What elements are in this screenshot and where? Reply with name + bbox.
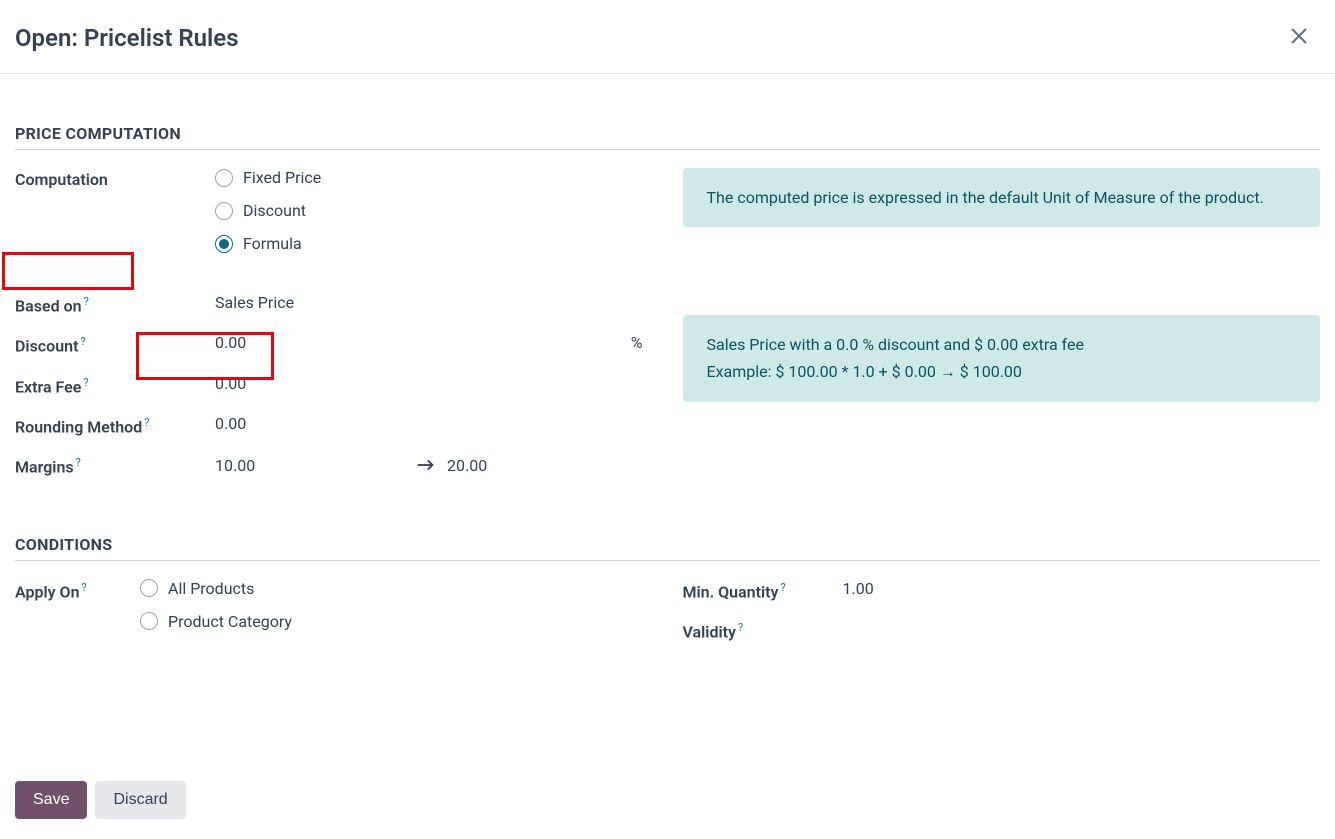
value-margin-max[interactable]: 20.00 bbox=[447, 456, 487, 475]
label-computation: Computation bbox=[15, 168, 215, 189]
apply-on-radio-group: All Products Product Category bbox=[140, 579, 292, 631]
radio-icon bbox=[140, 612, 158, 630]
label-based-on: Based on? bbox=[15, 293, 215, 315]
label-rounding-method: Rounding Method? bbox=[15, 414, 215, 436]
label-extra-fee: Extra Fee? bbox=[15, 374, 215, 396]
help-icon[interactable]: ? bbox=[780, 581, 785, 594]
help-icon[interactable]: ? bbox=[80, 335, 85, 348]
close-icon bbox=[1287, 24, 1311, 48]
conditions-left: Apply On? All Products Product Category bbox=[15, 579, 653, 660]
formula-info-line1: Sales Price with a 0.0 % discount and $ … bbox=[707, 331, 1297, 358]
pricelist-rules-modal: Open: Pricelist Rules PRICE COMPUTATION … bbox=[0, 0, 1335, 839]
radio-icon bbox=[215, 202, 233, 220]
radio-fixed-price[interactable]: Fixed Price bbox=[215, 168, 321, 187]
save-button[interactable]: Save bbox=[15, 781, 87, 819]
uom-info-box: The computed price is expressed in the d… bbox=[683, 168, 1321, 227]
radio-icon bbox=[215, 169, 233, 187]
help-icon[interactable]: ? bbox=[76, 456, 81, 469]
radio-all-products[interactable]: All Products bbox=[140, 579, 292, 598]
radio-product-category[interactable]: Product Category bbox=[140, 612, 292, 631]
price-computation-grid: Computation Fixed Price Discount bbox=[15, 168, 1320, 495]
field-based-on: Based on? Sales Price bbox=[15, 293, 653, 315]
radio-label-fixed-price: Fixed Price bbox=[243, 168, 321, 187]
formula-info-line2: Example: $ 100.00 * 1.0 + $ 0.00 → $ 100… bbox=[707, 358, 1297, 385]
price-computation-right: The computed price is expressed in the d… bbox=[683, 168, 1321, 495]
help-icon[interactable]: ? bbox=[84, 295, 89, 308]
discard-button[interactable]: Discard bbox=[95, 781, 185, 819]
help-icon[interactable]: ? bbox=[83, 376, 88, 389]
value-based-on[interactable]: Sales Price bbox=[215, 293, 294, 312]
label-discount: Discount? bbox=[15, 333, 215, 355]
field-computation: Computation Fixed Price Discount bbox=[15, 168, 653, 253]
label-margins: Margins? bbox=[15, 454, 215, 476]
computation-radio-group: Fixed Price Discount Formula bbox=[215, 168, 321, 253]
section-conditions: CONDITIONS bbox=[15, 535, 1320, 561]
value-extra-fee[interactable]: 0.00 bbox=[215, 374, 246, 393]
conditions-grid: Apply On? All Products Product Category bbox=[15, 579, 1320, 660]
help-icon[interactable]: ? bbox=[82, 581, 87, 594]
conditions-right: Min. Quantity? 1.00 Validity? bbox=[683, 579, 1321, 660]
radio-formula[interactable]: Formula bbox=[215, 234, 321, 253]
value-min-quantity[interactable]: 1.00 bbox=[843, 579, 874, 598]
modal-header: Open: Pricelist Rules bbox=[0, 0, 1335, 74]
section-price-computation: PRICE COMPUTATION bbox=[15, 124, 1320, 150]
radio-icon bbox=[215, 235, 233, 253]
radio-discount[interactable]: Discount bbox=[215, 201, 321, 220]
discount-unit: % bbox=[631, 333, 653, 352]
label-validity: Validity? bbox=[683, 619, 843, 641]
field-margins: Margins? 10.00 20.00 bbox=[15, 454, 653, 476]
uom-info-text: The computed price is expressed in the d… bbox=[707, 188, 1264, 207]
modal-body: PRICE COMPUTATION Computation Fixed Pric… bbox=[0, 74, 1335, 765]
price-computation-left: Computation Fixed Price Discount bbox=[15, 168, 653, 495]
field-rounding-method: Rounding Method? 0.00 bbox=[15, 414, 653, 436]
field-apply-on: Apply On? All Products Product Category bbox=[15, 579, 653, 631]
label-min-quantity: Min. Quantity? bbox=[683, 579, 843, 601]
help-icon[interactable]: ? bbox=[738, 621, 743, 634]
label-apply-on: Apply On? bbox=[15, 579, 140, 601]
formula-info-box: Sales Price with a 0.0 % discount and $ … bbox=[683, 315, 1321, 401]
radio-label-all-products: All Products bbox=[168, 579, 254, 598]
value-margin-min[interactable]: 10.00 bbox=[215, 456, 415, 475]
field-min-quantity: Min. Quantity? 1.00 bbox=[683, 579, 1321, 601]
value-discount[interactable]: 0.00 bbox=[215, 333, 246, 352]
close-button[interactable] bbox=[1283, 20, 1315, 55]
field-extra-fee: Extra Fee? 0.00 bbox=[15, 374, 653, 396]
help-icon[interactable]: ? bbox=[144, 416, 149, 429]
arrow-right-icon bbox=[415, 454, 437, 476]
field-discount: Discount? 0.00 % bbox=[15, 333, 653, 355]
field-validity: Validity? bbox=[683, 619, 1321, 641]
radio-label-formula: Formula bbox=[243, 234, 302, 253]
radio-icon bbox=[140, 579, 158, 597]
radio-label-product-category: Product Category bbox=[168, 612, 292, 631]
value-rounding-method[interactable]: 0.00 bbox=[215, 414, 246, 433]
modal-title: Open: Pricelist Rules bbox=[15, 24, 239, 52]
modal-footer: Save Discard bbox=[0, 765, 1335, 839]
radio-label-discount: Discount bbox=[243, 201, 306, 220]
